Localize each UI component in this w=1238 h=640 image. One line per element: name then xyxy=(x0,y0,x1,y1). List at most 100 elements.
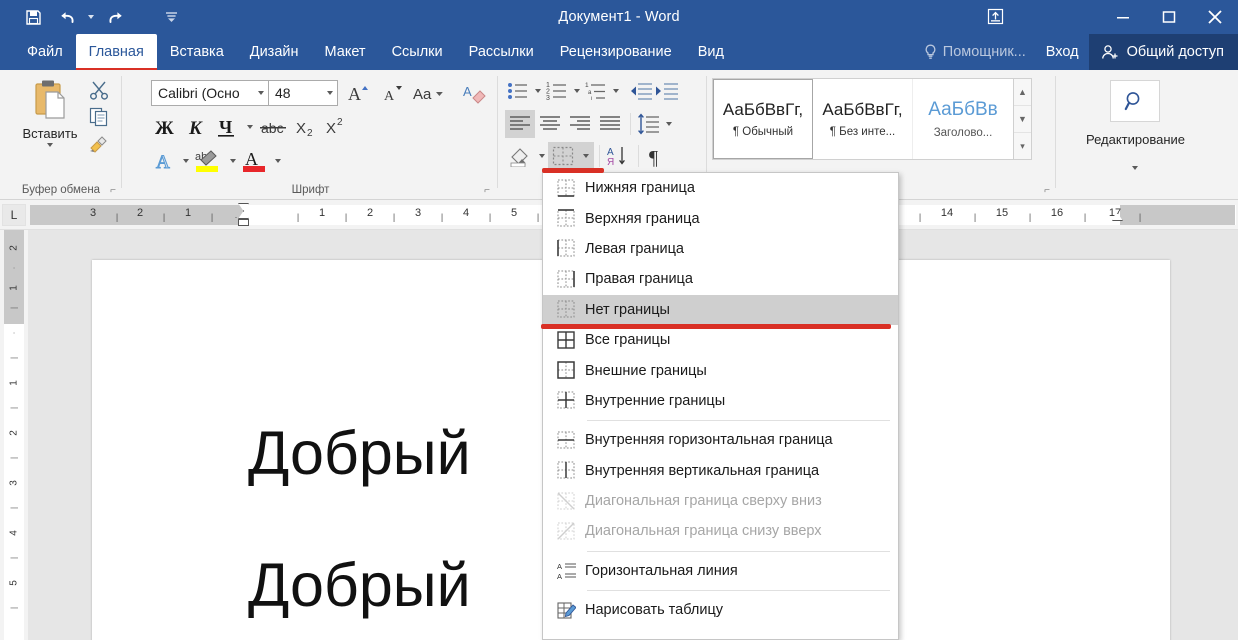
vruler-number: 5 xyxy=(8,580,20,586)
menu-item-border-all[interactable]: Все границы xyxy=(543,325,898,355)
tell-me-box[interactable]: Помощник... xyxy=(914,34,1036,70)
maximize-icon[interactable] xyxy=(1146,0,1192,34)
show-formatting-marks-icon[interactable]: ¶ xyxy=(644,142,670,170)
menu-item-border-right[interactable]: Правая граница xyxy=(543,264,898,294)
borders-dropdown-menu[interactable]: Нижняя граница Верхняя граница Левая грани… xyxy=(541,168,899,640)
superscript-button[interactable]: X2 xyxy=(322,114,350,140)
decrease-indent-icon[interactable] xyxy=(628,79,654,103)
underline-dropdown-icon[interactable] xyxy=(243,114,256,140)
font-color-dropdown-icon[interactable] xyxy=(271,148,284,174)
paste-dropdown-icon[interactable] xyxy=(14,143,86,147)
tab-stop-selector[interactable]: L xyxy=(2,204,26,226)
grow-font-icon[interactable]: A xyxy=(344,80,372,106)
menu-item-border-inside-vertical[interactable]: Внутренняя вертикальная граница xyxy=(543,456,898,486)
copy-icon[interactable] xyxy=(88,107,110,127)
tab-mailings[interactable]: Рассылки xyxy=(456,34,547,70)
borders-dropdown-icon[interactable] xyxy=(578,142,594,170)
svg-text:A: A xyxy=(348,84,361,104)
bullets-dropdown-icon[interactable] xyxy=(531,78,544,104)
subscript-button[interactable]: X2 xyxy=(292,114,320,140)
vertical-ruler-track[interactable]: 2 1 1 2 3 4 5 · | · | | | | | | xyxy=(4,230,24,640)
multilevel-dropdown-icon[interactable] xyxy=(609,78,622,104)
align-left-icon[interactable] xyxy=(505,110,535,138)
ribbon-display-options-icon[interactable] xyxy=(980,2,1010,30)
menu-item-border-none[interactable]: Нет границы xyxy=(541,294,898,329)
tab-file[interactable]: Файл xyxy=(14,34,76,70)
style-item-heading[interactable]: АаБбВв Заголово... xyxy=(913,79,1013,159)
vertical-ruler[interactable]: 2 1 1 2 3 4 5 · | · | | | | | | xyxy=(0,230,28,640)
clipboard-dialog-launcher[interactable]: ⌐ xyxy=(110,185,116,196)
strikethrough-button[interactable]: abc xyxy=(258,114,290,140)
text-highlight-icon[interactable]: ab xyxy=(192,148,226,174)
styles-more-icon[interactable]: ▾ xyxy=(1014,133,1031,159)
tab-view[interactable]: Вид xyxy=(685,34,737,70)
multilevel-list-icon[interactable]: 1ai xyxy=(583,79,609,103)
italic-button[interactable]: K xyxy=(181,114,211,140)
styles-scroll-up-icon[interactable]: ▲ xyxy=(1014,79,1031,106)
tab-layout[interactable]: Макет xyxy=(312,34,379,70)
numbering-icon[interactable]: 123 xyxy=(544,79,570,103)
tab-review[interactable]: Рецензирование xyxy=(547,34,685,70)
menu-item-border-top[interactable]: Верхняя граница xyxy=(543,203,898,233)
menu-item-label: Нижняя граница xyxy=(585,180,695,197)
menu-item-draw-table[interactable]: Нарисовать таблицу xyxy=(543,595,898,625)
paste-button[interactable]: Вставить xyxy=(14,78,86,147)
change-case-icon[interactable]: Aa xyxy=(412,80,448,106)
sort-icon[interactable]: AЯ xyxy=(605,142,633,170)
font-size-input[interactable]: 48 xyxy=(268,80,338,106)
increase-indent-icon[interactable] xyxy=(654,79,680,103)
styles-scroll-down-icon[interactable]: ▼ xyxy=(1014,106,1031,133)
share-button[interactable]: Общий доступ xyxy=(1088,34,1238,70)
vruler-number: 1 xyxy=(8,285,20,291)
bullets-icon[interactable] xyxy=(505,79,531,103)
text-effects-icon[interactable]: A xyxy=(149,148,179,174)
tab-home[interactable]: Главная xyxy=(75,34,157,72)
line-spacing-dropdown-icon[interactable] xyxy=(662,111,675,137)
minimize-icon[interactable] xyxy=(1100,0,1146,34)
person-share-icon xyxy=(1101,44,1120,61)
style-item-normal[interactable]: АаБбВвГг, ¶ Обычный xyxy=(713,79,813,159)
clear-formatting-icon[interactable]: A xyxy=(462,80,490,106)
align-right-icon[interactable] xyxy=(565,110,595,138)
tab-insert[interactable]: Вставка xyxy=(157,34,237,70)
left-indent-marker[interactable] xyxy=(238,219,249,226)
editing-dropdown-icon[interactable] xyxy=(1109,166,1161,170)
text-highlight-dropdown-icon[interactable] xyxy=(226,148,239,174)
tab-references[interactable]: Ссылки xyxy=(379,34,456,70)
text-effects-dropdown-icon[interactable] xyxy=(179,148,192,174)
shading-dropdown-icon[interactable] xyxy=(535,143,548,169)
line-spacing-icon[interactable] xyxy=(636,110,662,138)
format-painter-icon[interactable] xyxy=(88,134,110,154)
styles-gallery-scrollbar[interactable]: ▲ ▼ ▾ xyxy=(1014,78,1032,160)
font-color-icon[interactable]: A xyxy=(239,148,271,174)
close-icon[interactable] xyxy=(1192,0,1238,34)
menu-item-border-outside[interactable]: Внешние границы xyxy=(543,355,898,385)
justify-icon[interactable] xyxy=(595,110,625,138)
font-dialog-launcher[interactable]: ⌐ xyxy=(484,185,490,196)
menu-item-border-inside[interactable]: Внутренние границы xyxy=(543,386,898,416)
cut-icon[interactable] xyxy=(88,80,110,100)
paste-icon xyxy=(14,78,86,124)
style-item-no-spacing[interactable]: АаБбВвГг, ¶ Без инте... xyxy=(813,79,913,159)
styles-dialog-launcher[interactable]: ⌐ xyxy=(1044,185,1050,196)
menu-item-horizontal-line[interactable]: A A Горизонтальная линия xyxy=(543,556,898,586)
border-outside-icon xyxy=(547,356,585,386)
numbering-dropdown-icon[interactable] xyxy=(570,78,583,104)
align-center-icon[interactable] xyxy=(535,110,565,138)
ruler-number: 4 xyxy=(462,207,470,219)
menu-item-label: Диагональная граница сверху вниз xyxy=(585,493,822,510)
sign-in-button[interactable]: Вход xyxy=(1036,34,1089,70)
underline-button[interactable]: Ч xyxy=(213,114,241,140)
menu-item-border-left[interactable]: Левая граница xyxy=(543,234,898,264)
search-icon[interactable] xyxy=(1110,80,1160,122)
shrink-font-icon[interactable]: A xyxy=(378,80,406,106)
tab-design[interactable]: Дизайн xyxy=(237,34,312,70)
menu-item-border-bottom[interactable]: Нижняя граница xyxy=(542,168,898,203)
title-bar: Документ1 - Word xyxy=(0,0,1238,34)
editing-button[interactable]: Редактирование xyxy=(1086,80,1185,170)
bold-button[interactable]: Ж xyxy=(149,114,179,140)
menu-item-border-inside-horizontal[interactable]: Внутренняя горизонтальная граница xyxy=(543,425,898,455)
borders-icon[interactable] xyxy=(548,142,578,170)
font-name-input[interactable]: Calibri (Осно xyxy=(151,80,269,106)
shading-icon[interactable] xyxy=(505,142,535,170)
